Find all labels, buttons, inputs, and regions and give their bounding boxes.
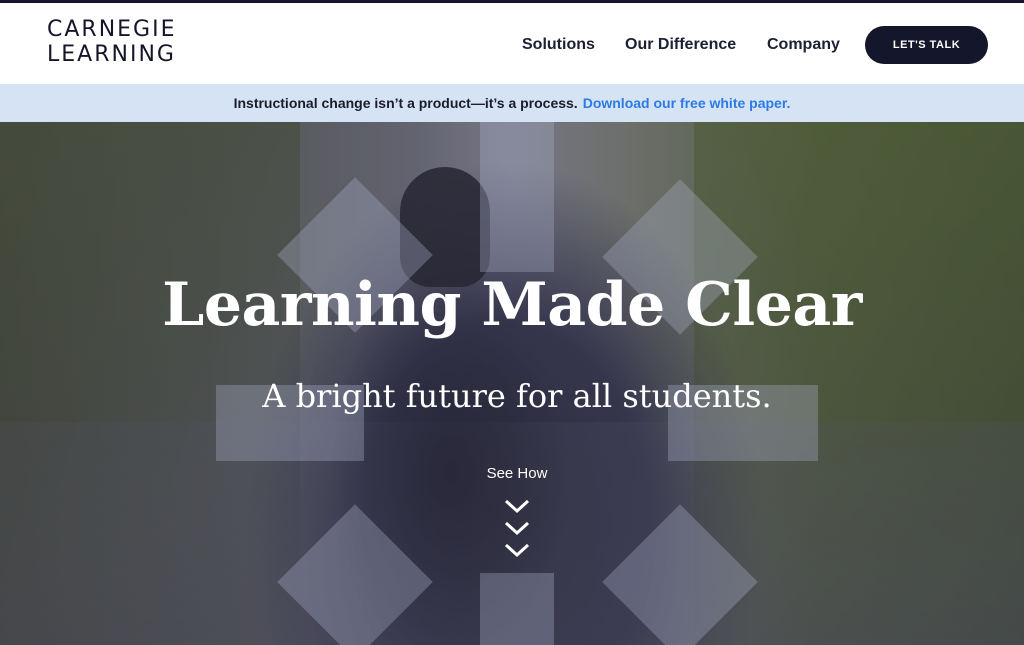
see-how-link[interactable]: See How [0, 465, 1024, 482]
carnegie-learning-logo[interactable]: CARNEGIE LEARNING [47, 18, 207, 70]
decor-bar-top [480, 122, 554, 272]
white-paper-link[interactable]: Download our free white paper. [583, 95, 791, 111]
triple-chevron-down-icon[interactable] [502, 497, 532, 567]
hero-subheadline: A bright future for all students. [262, 377, 772, 415]
nav-solutions[interactable]: Solutions [522, 36, 595, 58]
nav-our-difference[interactable]: Our Difference [625, 36, 736, 58]
site-header: CARNEGIE LEARNING Solutions Our Differen… [0, 3, 1024, 84]
announcement-banner: Instructional change isn’t a product—it’… [0, 84, 1024, 122]
hero-headline: Learning Made Clear [162, 270, 862, 340]
banner-text: Instructional change isn’t a product—it’… [233, 95, 578, 111]
nav-company[interactable]: Company [767, 36, 840, 58]
decor-bar-bottom [480, 573, 554, 645]
logo-line-2: LEARNING [47, 42, 176, 67]
hero-section: Learning Made Clear A bright future for … [0, 122, 1024, 645]
logo-line-1: CARNEGIE [47, 17, 177, 42]
lets-talk-button[interactable]: LET'S TALK [865, 26, 988, 64]
